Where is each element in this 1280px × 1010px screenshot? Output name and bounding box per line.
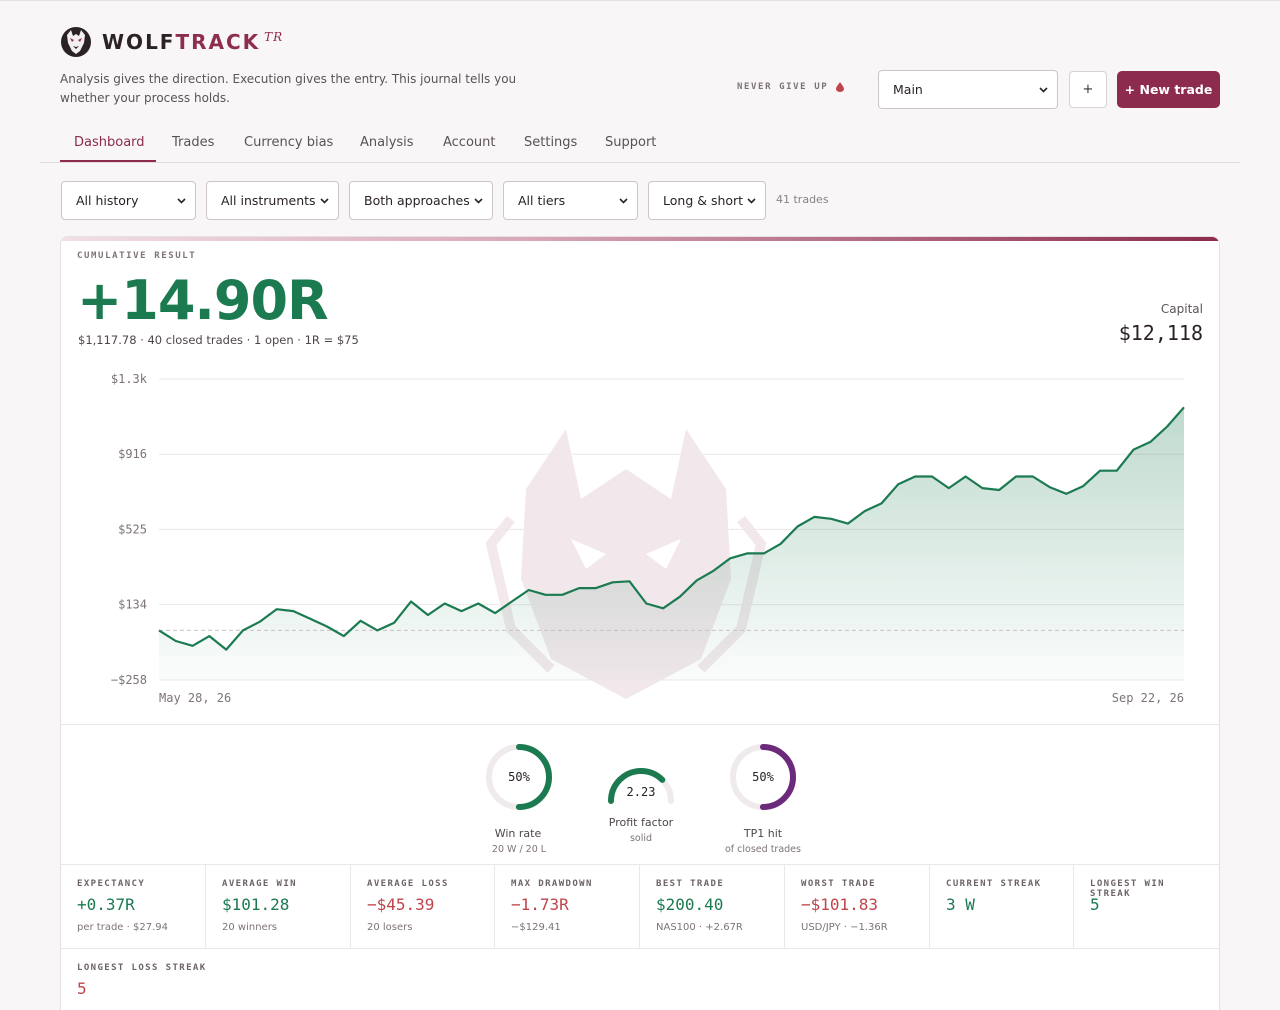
trade-count: 41 trades <box>776 193 829 206</box>
chevron-down-icon <box>177 197 186 204</box>
account-select[interactable]: Main <box>878 70 1058 109</box>
new-trade-button[interactable]: + New trade <box>1117 71 1220 108</box>
equity-chart: $1.3k $916 $525 $134 −$258 May 28, 26 Sep 22,… <box>111 372 1185 705</box>
x-tick-label: Sep 22, 26 <box>1112 691 1184 705</box>
tiers-filter[interactable]: All tiers <box>503 181 638 220</box>
tab-support[interactable]: Support <box>605 135 656 150</box>
tab-analysis[interactable]: Analysis <box>360 135 414 150</box>
stat-sub: 20 losers <box>367 922 413 933</box>
stat-average-loss: AVERAGE LOSS −$45.39 20 losers <box>351 865 495 949</box>
stat-value: $200.40 <box>656 895 724 914</box>
win-rate-label: Win rate <box>494 827 542 840</box>
stat-longest-loss-streak: LONGEST LOSS STREAK 5 <box>77 963 207 998</box>
stat-best-trade: BEST TRADE $200.40 NAS100 · +2.67R <box>640 865 785 949</box>
stat-average-win: AVERAGE WIN $101.28 20 winners <box>206 865 351 949</box>
brand[interactable]: WOLFTRACK TR <box>60 26 283 58</box>
card-accent-bar <box>61 237 1219 241</box>
profit-factor-sub: solid <box>629 833 653 844</box>
y-axis-ticks: $1.3k $916 $525 $134 −$258 <box>111 372 148 687</box>
tab-settings[interactable]: Settings <box>524 135 577 150</box>
wolf-logo-icon <box>61 27 91 57</box>
profit-factor-value: 2.23 <box>626 785 656 799</box>
stat-value: 3 W <box>946 895 975 914</box>
win-rate-sub: 20 W / 20 L <box>491 844 547 855</box>
direction-filter[interactable]: Long & short <box>648 181 766 220</box>
approaches-filter[interactable]: Both approaches <box>349 181 493 220</box>
tp1-gauge: 50% <box>728 742 798 812</box>
tab-dashboard[interactable]: Dashboard <box>74 135 145 150</box>
stat-sub: 20 winners <box>222 922 278 933</box>
motto: NEVER GIVE UP <box>737 82 845 92</box>
stat-value: 5 <box>1090 895 1100 914</box>
stat-value: −1.73R <box>511 895 569 914</box>
capital-value: $12,118 <box>1118 321 1203 345</box>
add-account-button[interactable]: + <box>1069 71 1107 108</box>
y-tick-label: $916 <box>118 447 147 461</box>
chevron-down-icon <box>1039 86 1048 93</box>
history-filter[interactable]: All history <box>61 181 196 220</box>
cumulative-summary: $1,117.78 · 40 closed trades · 1 open · … <box>78 333 359 347</box>
tp1-value: 50% <box>752 770 774 784</box>
stat-value: −$101.83 <box>801 895 879 914</box>
y-tick-label: $525 <box>118 522 147 536</box>
tab-account[interactable]: Account <box>443 135 496 150</box>
stat-worst-trade: WORST TRADE −$101.83 USD/JPY · −1.36R <box>785 865 930 949</box>
drop-icon <box>836 82 845 92</box>
cumulative-card: CUMULATIVE RESULT +14.90R $1,117.78 · 40… <box>60 236 1220 1010</box>
stat-sub: per trade · $27.94 <box>77 922 168 933</box>
win-rate-value: 50% <box>508 770 530 784</box>
tp1-label: TP1 hit <box>743 827 783 840</box>
cumulative-value: +14.90R <box>77 269 329 332</box>
stat-max-drawdown: MAX DRAWDOWN −1.73R −$129.41 <box>495 865 640 949</box>
profit-factor-label: Profit factor <box>608 816 674 829</box>
stat-value: +0.37R <box>77 895 135 914</box>
active-tab-indicator <box>60 160 156 162</box>
y-tick-label: −$258 <box>111 673 147 687</box>
chevron-down-icon <box>747 197 756 204</box>
chevron-down-icon <box>474 197 483 204</box>
win-rate-gauge: 50% <box>484 742 554 812</box>
stat-sub: USD/JPY · −1.36R <box>801 922 888 933</box>
gauges-divider <box>61 724 1219 725</box>
instruments-filter[interactable]: All instruments <box>206 181 339 220</box>
stat-value: 5 <box>77 979 87 998</box>
stat-longest-win-streak: LONGEST WIN STREAK 5 <box>1074 865 1219 949</box>
stat-value: −$45.39 <box>367 895 435 914</box>
stat-current-streak: CURRENT STREAK 3 W <box>930 865 1074 949</box>
profit-factor-gauge: 2.23 <box>606 765 676 805</box>
tp1-sub: of closed trades <box>725 844 801 855</box>
chevron-down-icon <box>619 197 628 204</box>
tab-trades[interactable]: Trades <box>172 135 214 150</box>
main-tabs: Dashboard Trades Currency bias Analysis … <box>40 128 1240 163</box>
stat-value: $101.28 <box>222 895 290 914</box>
stats-grid: EXPECTANCY +0.37R per trade · $27.94 AVE… <box>61 864 1219 1010</box>
chevron-down-icon <box>320 197 329 204</box>
brand-wordmark: WOLFTRACK TR <box>102 30 284 54</box>
tagline: Analysis gives the direction. Execution … <box>60 72 517 105</box>
stat-sub: NAS100 · +2.67R <box>656 922 743 933</box>
x-axis-ticks: May 28, 26 Sep 22, 26 <box>159 691 1184 705</box>
cumulative-label: CUMULATIVE RESULT <box>77 251 197 261</box>
x-tick-label: May 28, 26 <box>159 691 231 705</box>
tab-currency-bias[interactable]: Currency bias <box>244 135 333 150</box>
stat-sub: −$129.41 <box>511 922 561 933</box>
y-tick-label: $1.3k <box>111 372 148 386</box>
y-tick-label: $134 <box>118 598 147 612</box>
capital-label: Capital <box>1160 302 1203 316</box>
top-border <box>0 0 1280 1</box>
stat-expectancy: EXPECTANCY +0.37R per trade · $27.94 <box>61 865 206 949</box>
